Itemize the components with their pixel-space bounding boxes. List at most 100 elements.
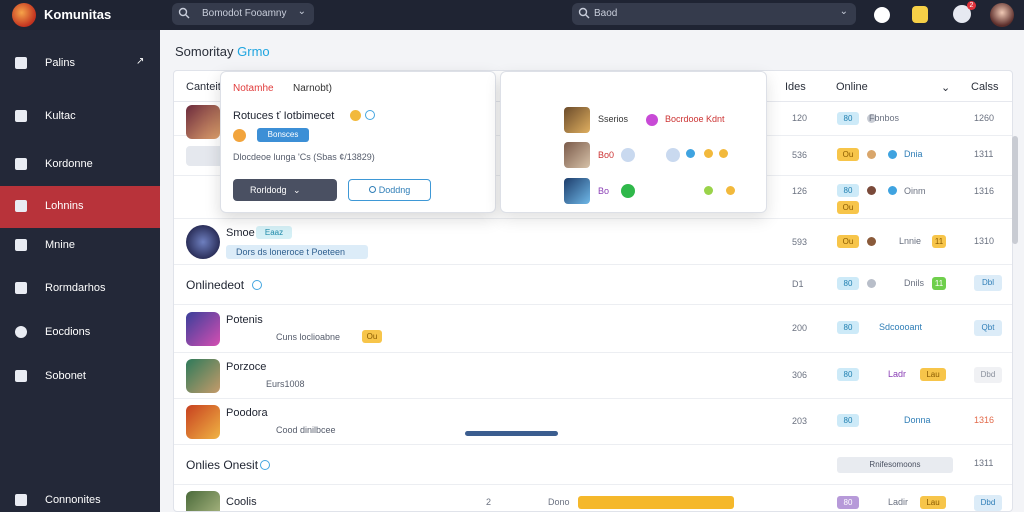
row-value: 1311 [974,149,994,159]
sidebar-item-label: Eocdions [45,326,91,338]
table-row[interactable]: Potenis Cuns loclioabne Ou 200 80 Sdcooo… [174,305,1012,353]
app-logo-icon[interactable] [12,3,36,27]
row-action-button[interactable]: Dbd [974,495,1002,511]
row-count: 593 [792,237,808,247]
table-row[interactable]: Smoe Eaaz Dors ds loneroce t Poeteen 593… [174,219,1012,265]
sidebar-item-label: Sobonet [45,370,86,382]
status-pill: 80 [837,368,859,381]
section-header: Onlies Onesit Rnifesomoons 1311 [174,445,1012,485]
search-right-input[interactable]: Baod ⌄ [572,3,856,25]
popup-tab-other[interactable]: Narnobt) [293,83,332,94]
filter-pill[interactable]: Rnifesomoons [837,457,953,473]
player-name: Poodora [226,407,268,419]
sidebar-item-palins[interactable]: Palins ↗ [0,43,160,85]
player-sub: Cood dinilbcee [276,425,336,435]
primary-dropdown-button[interactable]: Rorldodg ⌄ [233,179,337,201]
avatar [186,491,220,511]
table-row[interactable]: Coolis 2 Dono 80 Ladir Lau Dbd [174,485,1012,511]
column-header-ides[interactable]: Ides [785,81,806,93]
status-pill: 80 [837,277,859,290]
popup-tab-active[interactable]: Notamhe [233,83,274,94]
sidebar-item-connonites[interactable]: Connonites [0,480,160,512]
popup-chip[interactable]: Bonsces [257,128,309,142]
sidebar-item-eocdions[interactable]: Eocdions [0,312,160,354]
info-icon[interactable] [365,110,375,120]
horizontal-scrollbar[interactable] [465,431,558,436]
emoji-icon [350,110,361,121]
row-count: 203 [792,416,808,426]
avatar [564,142,590,168]
column-header-online[interactable]: Online [836,81,868,93]
chevron-down-icon[interactable]: ⌄ [941,81,950,94]
status-pill: 80 [837,321,859,334]
arrow-icon: ↗ [136,56,145,67]
row-action-button[interactable]: Qbt [974,320,1002,336]
page-title-accent: Grmo [237,44,270,59]
row-value: 1316 [974,415,995,425]
row-value: 1316 [974,186,995,196]
popup2-label: Sserios [598,114,629,124]
button-label: Rorldodg [250,185,287,195]
chevron-down-icon[interactable]: ⌄ [840,6,848,17]
status-dot-icon [867,237,876,246]
row-value: 1310 [974,236,995,246]
popup-meta: Dlocdeoe lunga 'Cs (Sbas ¢/13829) [233,152,375,162]
column-header-calss[interactable]: Calss [971,81,999,93]
search-left-placeholder: Bomodot Fooamny [202,8,287,19]
info-icon[interactable] [252,280,262,290]
popup2-label: Bo [598,186,610,196]
table-row[interactable]: Porzoce Eurs1008 306 80 Ladr Lau Dbd [174,353,1012,399]
status-pill: 11 [932,277,946,290]
status-pill: 80 [837,496,859,509]
circle-icon [368,186,376,193]
table-row[interactable]: Poodora Cood dinilbcee 203 80 Donna 1316 [174,399,1012,445]
status-dot-icon [686,149,695,158]
row-count: 120 [792,113,808,123]
settings-icon[interactable] [874,7,890,23]
row-label: Dono [548,497,570,507]
sidebar-item-lohnins[interactable]: Lohnins [0,186,160,228]
profile-avatar[interactable] [990,3,1014,27]
sidebar-item-mnine[interactable]: Mnine [0,225,160,267]
search-left-input[interactable]: Bomodot Fooamny ⌄ [172,3,314,25]
status-pill: Ou [362,330,382,343]
row-value: 1260 [974,113,995,123]
player-name: Coolis [226,496,257,508]
sidebar-item-sobonet[interactable]: Sobonet [0,356,160,398]
chevron-down-icon[interactable]: ⌄ [298,6,306,17]
avatar [186,312,220,346]
vertical-scrollbar[interactable] [1012,136,1018,244]
status-dot-icon [621,148,635,162]
row-count: 200 [792,323,808,333]
avatar [186,225,220,259]
info-icon[interactable] [260,460,270,470]
row-action-button[interactable]: Dbl [974,275,1002,291]
status-pill: 80 [837,184,859,197]
row-count: D1 [792,279,804,289]
sidebar-item-rormdarhos[interactable]: Rormdarhos [0,268,160,310]
sidebar-item-kordonne[interactable]: Kordonne [0,144,160,186]
status-pill: 80 [837,112,859,125]
status-dot-icon [867,186,876,195]
status-text: Donna [904,415,931,425]
search-icon [178,7,190,19]
row-value: 1311 [974,458,994,468]
coin-icon [233,129,246,142]
status-dot-icon [704,149,713,158]
player-badge: Eaaz [256,226,292,239]
sidebar-item-label: Lohnins [45,200,84,212]
avatar [186,105,220,139]
status-text: Ladir [888,497,909,507]
sidebar-item-label: Kultac [45,110,76,122]
trophy-icon[interactable] [912,6,928,23]
row-count: 126 [792,186,808,196]
sidebar-item-kultac[interactable]: Kultac [0,96,160,138]
status-pill: 11 [932,235,946,248]
row-action-button[interactable]: Dbd [974,367,1002,383]
column-header-name[interactable]: Canteit [186,81,221,93]
status-pill: Ou [837,235,859,248]
status-text: Fbnbos [869,113,900,123]
avatar [564,107,590,133]
chat-icon [15,282,27,294]
secondary-button[interactable]: Doddng [348,179,431,201]
